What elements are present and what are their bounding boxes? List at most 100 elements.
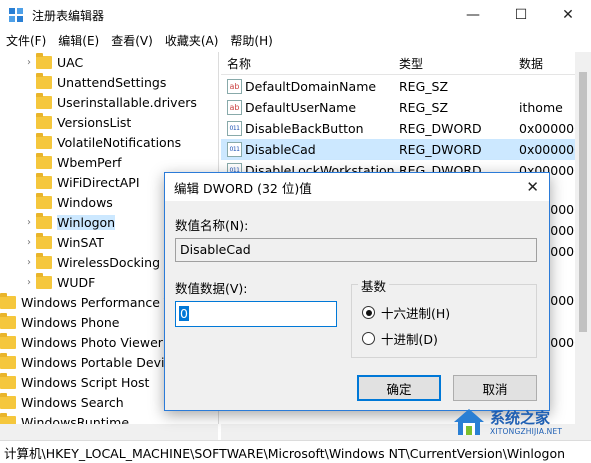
tree-item-label: Windows Phone <box>21 314 120 330</box>
folder-icon <box>36 152 52 169</box>
tree-item[interactable]: › Winlogon <box>22 212 116 232</box>
watermark-url: XITONGZHIJIA.NET <box>490 427 563 436</box>
list-row[interactable]: ab DefaultUserName REG_SZ ithome <box>221 97 575 118</box>
menu-view[interactable]: 查看(V) <box>105 30 159 52</box>
tree-item-label: WbemPerf <box>57 154 122 170</box>
cell-name: DisableCad <box>245 142 316 157</box>
tree-item[interactable]: WiFiDirectAPI <box>22 172 140 192</box>
hex-radio-row[interactable]: 十六进制(H) <box>362 303 450 322</box>
tree-horizontal-scrollbar[interactable] <box>0 424 218 440</box>
value-data-input[interactable]: 0 <box>175 301 337 327</box>
folder-icon <box>0 332 16 349</box>
column-data[interactable]: 数据 <box>519 55 543 72</box>
menu-help[interactable]: 帮助(H) <box>224 30 278 52</box>
cell-type: REG_SZ <box>399 79 449 94</box>
tree-item-label: Windows Performance T <box>21 294 172 310</box>
chevron-right-icon[interactable]: › <box>22 257 36 268</box>
base-label: 基数 <box>358 276 390 295</box>
cell-data: ithome <box>519 100 563 115</box>
tree-item[interactable]: WindowsRuntime <box>0 412 129 424</box>
scroll-thumb[interactable] <box>579 72 587 332</box>
tree-item[interactable]: Windows Portable Device <box>0 352 179 372</box>
folder-icon <box>36 232 52 249</box>
tree-item-label: VersionsList <box>57 114 132 130</box>
dialog-title-bar: 编辑 DWORD (32 位)值 ✕ <box>165 173 549 201</box>
tree-item[interactable]: Windows Script Host <box>0 372 149 392</box>
chevron-right-icon[interactable]: › <box>22 57 36 68</box>
dialog-title: 编辑 DWORD (32 位)值 <box>174 180 312 196</box>
list-row[interactable]: 011DisableCad REG_DWORD 0x000000 <box>221 139 575 160</box>
tree-item-label: Windows Search <box>21 394 124 410</box>
folder-icon <box>36 172 52 189</box>
watermark: 系统之家 XITONGZHIJIA.NET <box>452 405 591 441</box>
binary-value-icon: 011 <box>227 142 242 157</box>
cell-name: DisableBackButton <box>245 121 364 136</box>
tree-item[interactable]: Windows Performance T <box>0 292 172 312</box>
tree-item[interactable]: VersionsList <box>22 112 131 132</box>
tree-item[interactable]: Windows Search <box>0 392 124 412</box>
folder-icon <box>36 252 52 269</box>
folder-icon <box>36 112 52 129</box>
value-data-text: 0 <box>179 306 189 321</box>
tree-item[interactable]: UnattendSettings <box>22 72 166 92</box>
watermark-text: 系统之家 <box>490 409 551 427</box>
registry-editor-icon <box>9 8 23 22</box>
folder-icon <box>0 312 16 329</box>
tree-item[interactable]: VolatileNotifications <box>22 132 181 152</box>
tree-item[interactable]: Windows Phone <box>0 312 120 332</box>
dec-radio[interactable] <box>362 332 375 345</box>
chevron-right-icon[interactable]: › <box>22 217 36 228</box>
tree-item[interactable]: › WirelessDocking <box>22 252 160 272</box>
close-button[interactable]: ✕ <box>545 0 591 30</box>
minimize-button[interactable]: — <box>450 0 496 30</box>
base-group: 基数 十六进制(H) 十进制(D) <box>351 276 537 358</box>
list-row[interactable]: ab DefaultDomainName REG_SZ <box>221 76 575 97</box>
folder-icon <box>36 92 52 109</box>
column-name[interactable]: 名称 <box>227 55 251 72</box>
tree-item[interactable]: Windows Photo Viewer <box>0 332 163 352</box>
folder-icon <box>0 292 16 309</box>
menu-edit[interactable]: 编辑(E) <box>52 30 105 52</box>
hex-radio[interactable] <box>362 306 375 319</box>
menu-bar: 文件(F) 编辑(E) 查看(V) 收藏夹(A) 帮助(H) <box>0 30 591 52</box>
folder-icon <box>0 372 16 389</box>
tree-item-label: WUDF <box>57 274 96 290</box>
binary-value-icon: 011 <box>227 121 242 136</box>
tree-item[interactable]: WbemPerf <box>22 152 121 172</box>
list-row[interactable]: 011DisableBackButton REG_DWORD 0x000000 <box>221 118 575 139</box>
value-name-label: 数值名称(N): <box>175 218 249 233</box>
chevron-right-icon[interactable]: › <box>22 277 36 288</box>
tree-item-label: WinSAT <box>57 234 104 250</box>
menu-favorites[interactable]: 收藏夹(A) <box>159 30 225 52</box>
folder-icon <box>0 352 16 369</box>
registry-path: 计算机\HKEY_LOCAL_MACHINE\SOFTWARE\Microsof… <box>4 445 566 461</box>
cell-name: DefaultDomainName <box>245 79 377 94</box>
cancel-button[interactable]: 取消 <box>453 375 537 401</box>
folder-icon <box>36 272 52 289</box>
menu-file[interactable]: 文件(F) <box>0 30 52 52</box>
maximize-button[interactable]: ☐ <box>498 0 544 30</box>
tree-item[interactable]: › WinSAT <box>22 232 104 252</box>
tree-item-label: Windows <box>57 194 113 210</box>
folder-icon <box>36 192 52 209</box>
folder-icon <box>0 392 16 409</box>
tree-item[interactable]: › UAC <box>22 52 83 72</box>
status-bar: 计算机\HKEY_LOCAL_MACHINE\SOFTWARE\Microsof… <box>0 440 591 463</box>
chevron-right-icon[interactable]: › <box>22 237 36 248</box>
column-type[interactable]: 类型 <box>399 55 423 72</box>
dec-radio-row[interactable]: 十进制(D) <box>362 329 438 348</box>
tree-item-label: VolatileNotifications <box>57 134 182 150</box>
folder-icon <box>0 412 16 424</box>
tree-item[interactable]: Windows <box>22 192 113 212</box>
tree-item-label: UAC <box>57 54 84 70</box>
vertical-scrollbar[interactable] <box>575 52 591 424</box>
ok-button[interactable]: 确定 <box>357 375 441 401</box>
tree-item[interactable]: Userinstallable.drivers <box>22 92 197 112</box>
tree-item[interactable]: › WUDF <box>22 272 95 292</box>
cell-type: REG_SZ <box>399 100 449 115</box>
tree-item-label: Windows Photo Viewer <box>21 334 163 350</box>
list-header: 名称 类型 数据 <box>221 52 575 75</box>
cell-name: DefaultUserName <box>245 100 357 115</box>
dialog-close-icon[interactable]: ✕ <box>526 178 539 196</box>
hex-radio-label: 十六进制(H) <box>381 306 451 321</box>
